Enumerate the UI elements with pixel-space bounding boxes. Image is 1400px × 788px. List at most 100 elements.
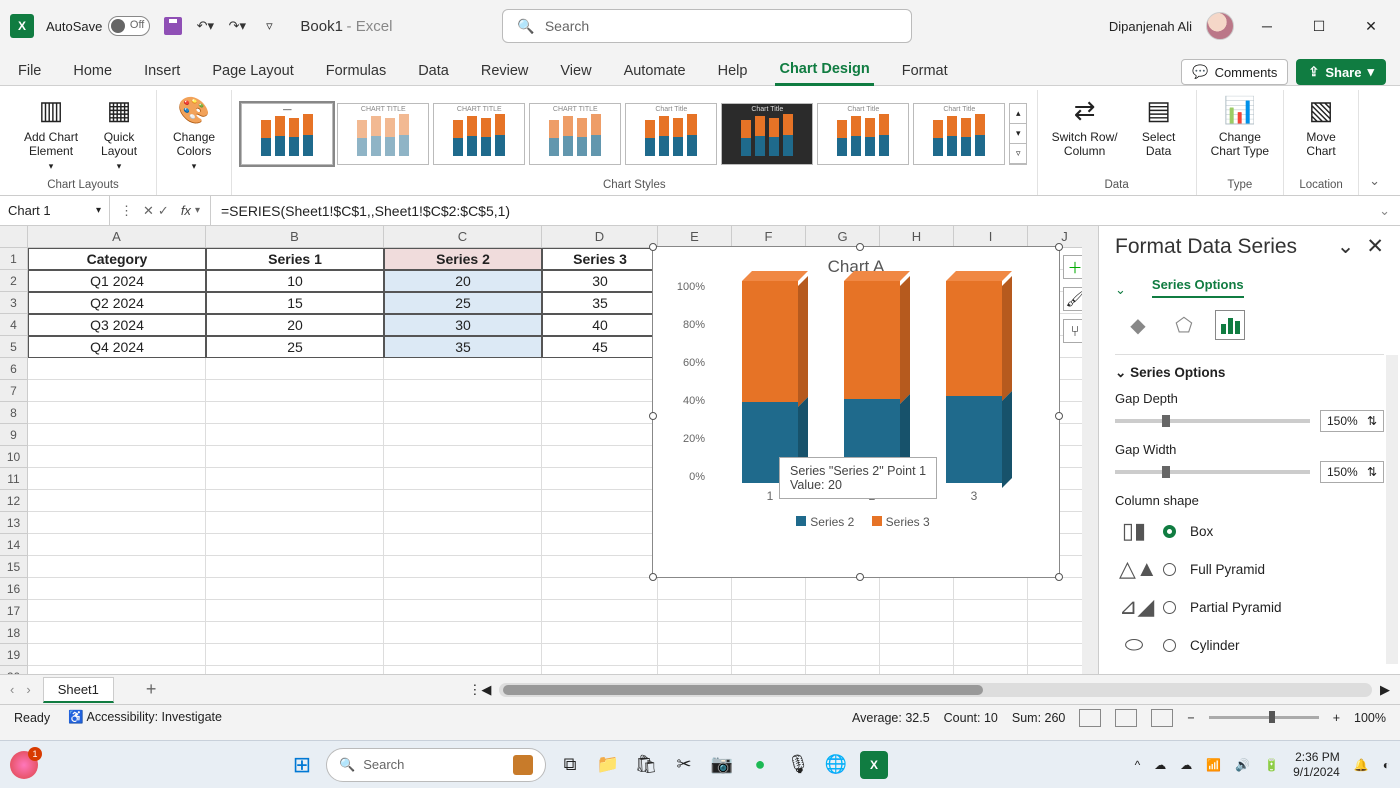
worksheet-grid[interactable]: ABCDEFGHIJ 12345678910111213141516171819… bbox=[0, 226, 1098, 674]
cell[interactable] bbox=[28, 358, 206, 380]
share-button[interactable]: ⇪ Share ▾ bbox=[1296, 59, 1386, 85]
cell[interactable] bbox=[384, 402, 542, 424]
pane-close-icon[interactable]: ✕ bbox=[1366, 235, 1384, 258]
tab-chart-design[interactable]: Chart Design bbox=[775, 55, 873, 86]
volume-icon[interactable]: 🔊 bbox=[1235, 758, 1250, 772]
chart-style-6[interactable]: Chart Title bbox=[721, 103, 813, 165]
cell[interactable] bbox=[542, 490, 658, 512]
file-explorer-icon[interactable]: 📁 bbox=[594, 751, 622, 779]
comments-button[interactable]: 💬 Comments bbox=[1181, 59, 1288, 85]
task-view-button[interactable]: ⧉ bbox=[556, 751, 584, 779]
cell[interactable] bbox=[384, 468, 542, 490]
add-chart-element-button[interactable]: ▥Add Chart Element▾ bbox=[18, 92, 84, 174]
tab-automate[interactable]: Automate bbox=[620, 57, 690, 85]
row-header[interactable]: 14 bbox=[0, 534, 28, 556]
pane-scrollbar[interactable] bbox=[1386, 355, 1398, 664]
cell[interactable] bbox=[28, 556, 206, 578]
close-button[interactable]: ✕ bbox=[1352, 12, 1390, 40]
cell[interactable] bbox=[954, 578, 1028, 600]
chart-legend[interactable]: Series 2 Series 3 bbox=[653, 501, 1059, 529]
sheet-tab-sheet1[interactable]: Sheet1 bbox=[43, 677, 114, 703]
column-header[interactable]: I bbox=[954, 226, 1028, 248]
cell[interactable] bbox=[542, 446, 658, 468]
cell[interactable]: 45 bbox=[542, 336, 658, 358]
taskbar-app-icon[interactable] bbox=[10, 751, 38, 779]
cell[interactable] bbox=[732, 644, 806, 666]
cell[interactable] bbox=[206, 600, 384, 622]
chart-bar[interactable] bbox=[742, 281, 798, 483]
cell[interactable]: 20 bbox=[206, 314, 384, 336]
cell[interactable]: 35 bbox=[384, 336, 542, 358]
hscroll-right-button[interactable]: ▶ bbox=[1380, 682, 1390, 698]
cell[interactable] bbox=[542, 556, 658, 578]
camera-icon[interactable]: 📷 bbox=[708, 751, 736, 779]
cell[interactable] bbox=[206, 468, 384, 490]
cell[interactable] bbox=[206, 512, 384, 534]
switch-row-column-button[interactable]: ⇄Switch Row/ Column bbox=[1046, 92, 1124, 161]
cell[interactable]: Series 3 bbox=[542, 248, 658, 270]
cell[interactable] bbox=[28, 644, 206, 666]
row-header[interactable]: 15 bbox=[0, 556, 28, 578]
cell[interactable] bbox=[206, 534, 384, 556]
chevron-down-icon[interactable]: ⌄ bbox=[1115, 282, 1126, 298]
cell[interactable] bbox=[384, 644, 542, 666]
row-header[interactable]: 20 bbox=[0, 666, 28, 674]
gap-depth-slider[interactable] bbox=[1115, 419, 1310, 423]
cell[interactable] bbox=[28, 446, 206, 468]
qat-customize[interactable]: ▿ bbox=[258, 15, 280, 37]
fill-tab[interactable]: ◆ bbox=[1123, 310, 1153, 340]
enter-formula-icon[interactable]: ✓ bbox=[158, 203, 169, 219]
cell[interactable] bbox=[880, 644, 954, 666]
tab-data[interactable]: Data bbox=[414, 57, 453, 85]
row-header[interactable]: 13 bbox=[0, 512, 28, 534]
cell[interactable] bbox=[542, 534, 658, 556]
cell[interactable]: Series 2 bbox=[384, 248, 542, 270]
zoom-in-button[interactable]: + bbox=[1333, 711, 1340, 725]
zoom-level[interactable]: 100% bbox=[1354, 711, 1386, 725]
cell[interactable] bbox=[658, 600, 732, 622]
fx-dropdown-icon[interactable]: ▾ bbox=[195, 205, 200, 216]
cell[interactable] bbox=[206, 402, 384, 424]
cell[interactable] bbox=[384, 446, 542, 468]
ribbon-collapse-button[interactable]: ⌄ bbox=[1359, 167, 1390, 195]
row-header[interactable]: 18 bbox=[0, 622, 28, 644]
row-header[interactable]: 12 bbox=[0, 490, 28, 512]
row-header[interactable]: 1 bbox=[0, 248, 28, 270]
effects-tab[interactable]: ⬠ bbox=[1169, 310, 1199, 340]
user-name[interactable]: Dipanjenah Ali bbox=[1109, 19, 1192, 34]
formula-more-icon[interactable]: ⋮ bbox=[120, 203, 133, 219]
cell[interactable] bbox=[206, 622, 384, 644]
row-header[interactable]: 2 bbox=[0, 270, 28, 292]
cell[interactable]: Series 1 bbox=[206, 248, 384, 270]
cell[interactable] bbox=[28, 622, 206, 644]
gap-width-slider[interactable] bbox=[1115, 470, 1310, 474]
cell[interactable] bbox=[542, 666, 658, 674]
cell[interactable]: 40 bbox=[542, 314, 658, 336]
column-header[interactable]: D bbox=[542, 226, 658, 248]
cell[interactable] bbox=[732, 622, 806, 644]
save-button[interactable] bbox=[162, 15, 184, 37]
cell[interactable] bbox=[384, 622, 542, 644]
row-header[interactable]: 11 bbox=[0, 468, 28, 490]
undo-button[interactable]: ↶▾ bbox=[194, 15, 216, 37]
cell[interactable] bbox=[542, 468, 658, 490]
cell[interactable]: 20 bbox=[384, 270, 542, 292]
shape-cylinder[interactable]: ⬭Cylinder bbox=[1115, 626, 1384, 664]
cell[interactable] bbox=[732, 666, 806, 674]
cell[interactable] bbox=[542, 380, 658, 402]
cell[interactable] bbox=[806, 600, 880, 622]
page-break-view-button[interactable] bbox=[1151, 709, 1173, 727]
chart-style-5[interactable]: Chart Title bbox=[625, 103, 717, 165]
cell[interactable] bbox=[658, 666, 732, 674]
chevron-down-icon[interactable]: ⌄ bbox=[1115, 365, 1126, 380]
cell[interactable] bbox=[658, 578, 732, 600]
cell[interactable] bbox=[384, 666, 542, 674]
spotify-icon[interactable]: ● bbox=[746, 751, 774, 779]
cell[interactable] bbox=[28, 666, 206, 674]
cell[interactable]: Q2 2024 bbox=[28, 292, 206, 314]
row-headers[interactable]: 1234567891011121314151617181920 bbox=[0, 248, 28, 674]
cell[interactable] bbox=[384, 578, 542, 600]
cell[interactable] bbox=[542, 578, 658, 600]
cell[interactable] bbox=[542, 512, 658, 534]
tab-view[interactable]: View bbox=[556, 57, 595, 85]
